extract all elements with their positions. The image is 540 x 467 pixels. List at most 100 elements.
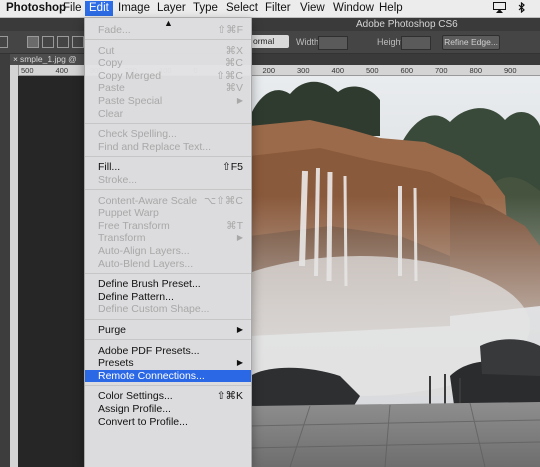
menu-type[interactable]: Type bbox=[189, 1, 222, 16]
menu-item-fade[interactable]: Fade... ⇧⌘F bbox=[85, 24, 251, 36]
menu-item-find-and-replace-text[interactable]: Find and Replace Text... bbox=[85, 141, 251, 153]
menu-item-shortcut: ⇧F5 bbox=[221, 161, 243, 174]
menu-separator bbox=[85, 318, 251, 320]
menu-item-puppet-warp[interactable]: Puppet Warp bbox=[85, 207, 251, 219]
menu-view[interactable]: View bbox=[296, 1, 329, 16]
subtract-selection-icon[interactable] bbox=[57, 36, 69, 48]
menu-separator bbox=[85, 39, 251, 41]
menu-item-auto-align-layers[interactable]: Auto-Align Layers... bbox=[85, 245, 251, 257]
ruler-tick-label: 300 bbox=[297, 66, 310, 75]
menu-separator bbox=[85, 155, 251, 157]
intersect-selection-icon[interactable] bbox=[72, 36, 84, 48]
menu-item-label: Fill... bbox=[98, 161, 121, 174]
width-field[interactable] bbox=[318, 36, 348, 50]
menu-item-label: Find and Replace Text... bbox=[98, 140, 212, 153]
refine-edge-button[interactable]: Refine Edge... bbox=[442, 35, 500, 50]
menu-file[interactable]: File bbox=[59, 1, 86, 16]
menu-image[interactable]: Image bbox=[114, 1, 154, 16]
ruler-tick-label: 900 bbox=[504, 66, 517, 75]
document-canvas-image bbox=[250, 76, 540, 467]
menu-item-define-pattern[interactable]: Define Pattern... bbox=[85, 291, 251, 303]
menu-edit[interactable]: Edit bbox=[85, 1, 113, 16]
document-tab[interactable]: ×smple_1.jpg @ 33... bbox=[10, 54, 84, 75]
menu-item-label: Auto-Align Layers... bbox=[98, 245, 190, 257]
menu-item-label: Paste Special bbox=[98, 95, 163, 107]
ruler-tick-label: 200 bbox=[262, 66, 276, 75]
menu-item-copy-merged[interactable]: Copy Merged ⇧⌘C bbox=[85, 70, 251, 82]
menu-item-define-custom-shape[interactable]: Define Custom Shape... bbox=[85, 303, 251, 315]
menu-item-convert-to-profile[interactable]: Convert to Profile... bbox=[85, 416, 251, 428]
height-field[interactable] bbox=[401, 36, 431, 50]
ruler-tick-label: 800 bbox=[469, 66, 483, 75]
menu-item-label: Copy Merged bbox=[98, 69, 162, 82]
menu-item-stroke[interactable]: Stroke... bbox=[85, 174, 251, 186]
menu-item-label: Content-Aware Scale bbox=[98, 194, 198, 207]
menu-item-label: Cut bbox=[98, 44, 115, 57]
menu-item-remote-connections[interactable]: Remote Connections... bbox=[85, 369, 251, 382]
menu-item-transform[interactable]: Transform ▶ bbox=[85, 232, 251, 244]
edit-menu-dropdown: ▲ Fade... ⇧⌘F Cut ⌘X Copy ⌘C Copy Merged ⇧⌘C Pas… bbox=[84, 18, 252, 467]
submenu-arrow-icon: ▶ bbox=[236, 96, 243, 105]
ruler-tick-label: 500 bbox=[21, 66, 34, 75]
menu-item-content-aware-scale[interactable]: Content-Aware Scale ⌥⇧⌘C bbox=[85, 195, 251, 207]
menu-item-shortcut: ⌘C bbox=[224, 57, 243, 70]
menu-item-shortcut: ⇧⌘F bbox=[217, 24, 243, 36]
ruler-tick-label: 400 bbox=[331, 66, 345, 75]
app-title-bar: Adobe Photoshop CS6 bbox=[0, 18, 540, 31]
menu-item-purge[interactable]: Purge ▶ bbox=[85, 324, 251, 336]
menu-layer[interactable]: Layer bbox=[153, 1, 190, 16]
menu-separator bbox=[85, 339, 251, 341]
menu-window[interactable]: Window bbox=[329, 1, 378, 16]
menu-item-label: Stroke... bbox=[98, 174, 138, 186]
menu-item-clear[interactable]: Clear bbox=[85, 108, 251, 120]
menu-item-cut[interactable]: Cut ⌘X bbox=[85, 45, 251, 57]
options-bar: ormal Width: Height: Refine Edge... bbox=[0, 31, 540, 54]
menu-item-label: Define Brush Preset... bbox=[98, 278, 201, 291]
menu-item-label: Convert to Profile... bbox=[98, 415, 188, 428]
ruler-tick-label: 700 bbox=[435, 66, 448, 75]
menu-item-label: Assign Profile... bbox=[98, 403, 171, 415]
menu-item-auto-blend-layers[interactable]: Auto-Blend Layers... bbox=[85, 258, 251, 270]
menu-item-define-brush-preset[interactable]: Define Brush Preset... bbox=[85, 278, 251, 290]
menu-separator bbox=[85, 272, 251, 274]
menu-item-label: Define Custom Shape... bbox=[98, 303, 210, 316]
style-select[interactable]: ormal bbox=[250, 35, 289, 48]
add-selection-icon[interactable] bbox=[42, 36, 54, 48]
new-selection-icon[interactable] bbox=[27, 36, 39, 48]
close-icon[interactable]: × bbox=[13, 54, 18, 64]
menu-item-label: Fade... bbox=[98, 24, 131, 36]
menu-item-copy[interactable]: Copy ⌘C bbox=[85, 57, 251, 69]
menu-item-paste[interactable]: Paste ⌘V bbox=[85, 82, 251, 94]
menu-item-adobe-pdf-presets[interactable]: Adobe PDF Presets... bbox=[85, 345, 251, 357]
menu-item-label: Auto-Blend Layers... bbox=[98, 257, 194, 270]
menu-item-label: Remote Connections... bbox=[98, 369, 205, 382]
menu-item-presets[interactable]: Presets ▶ bbox=[85, 357, 251, 369]
bluetooth-icon[interactable] bbox=[515, 2, 528, 13]
menu-item-assign-profile[interactable]: Assign Profile... bbox=[85, 403, 251, 415]
menu-item-free-transform[interactable]: Free Transform ⌘T bbox=[85, 220, 251, 232]
submenu-arrow-icon: ▶ bbox=[236, 325, 243, 334]
menu-select[interactable]: Select bbox=[222, 1, 262, 16]
airplay-icon[interactable] bbox=[493, 2, 506, 13]
submenu-arrow-icon: ▶ bbox=[236, 233, 243, 243]
marquee-tool-icon[interactable] bbox=[0, 36, 8, 48]
menu-item-check-spelling[interactable]: Check Spelling... bbox=[85, 128, 251, 140]
menu-filter[interactable]: Filter bbox=[261, 1, 295, 16]
window-title: Adobe Photoshop CS6 bbox=[356, 19, 458, 30]
menu-item-fill[interactable]: Fill... ⇧F5 bbox=[85, 161, 251, 173]
ruler-tick-label: 500 bbox=[366, 66, 379, 75]
menu-bar: Photoshop File Edit Image Layer Type Sel… bbox=[0, 0, 540, 18]
menu-item-label: Puppet Warp bbox=[98, 207, 159, 220]
ruler-tick-label: 400 bbox=[55, 66, 69, 75]
menu-item-label: Color Settings... bbox=[98, 390, 173, 403]
menu-item-label: Adobe PDF Presets... bbox=[98, 344, 200, 357]
menu-item-paste-special[interactable]: Paste Special ▶ bbox=[85, 95, 251, 107]
menu-item-label: Check Spelling... bbox=[98, 128, 177, 141]
menu-item-label: Paste bbox=[98, 82, 125, 95]
menu-separator bbox=[85, 189, 251, 191]
menu-item-label: Presets bbox=[98, 357, 134, 370]
menu-item-label: Clear bbox=[98, 107, 124, 120]
menu-item-color-settings[interactable]: Color Settings... ⇧⌘K bbox=[85, 390, 251, 402]
menu-help[interactable]: Help bbox=[375, 1, 407, 16]
menu-item-label: Copy bbox=[98, 57, 123, 70]
